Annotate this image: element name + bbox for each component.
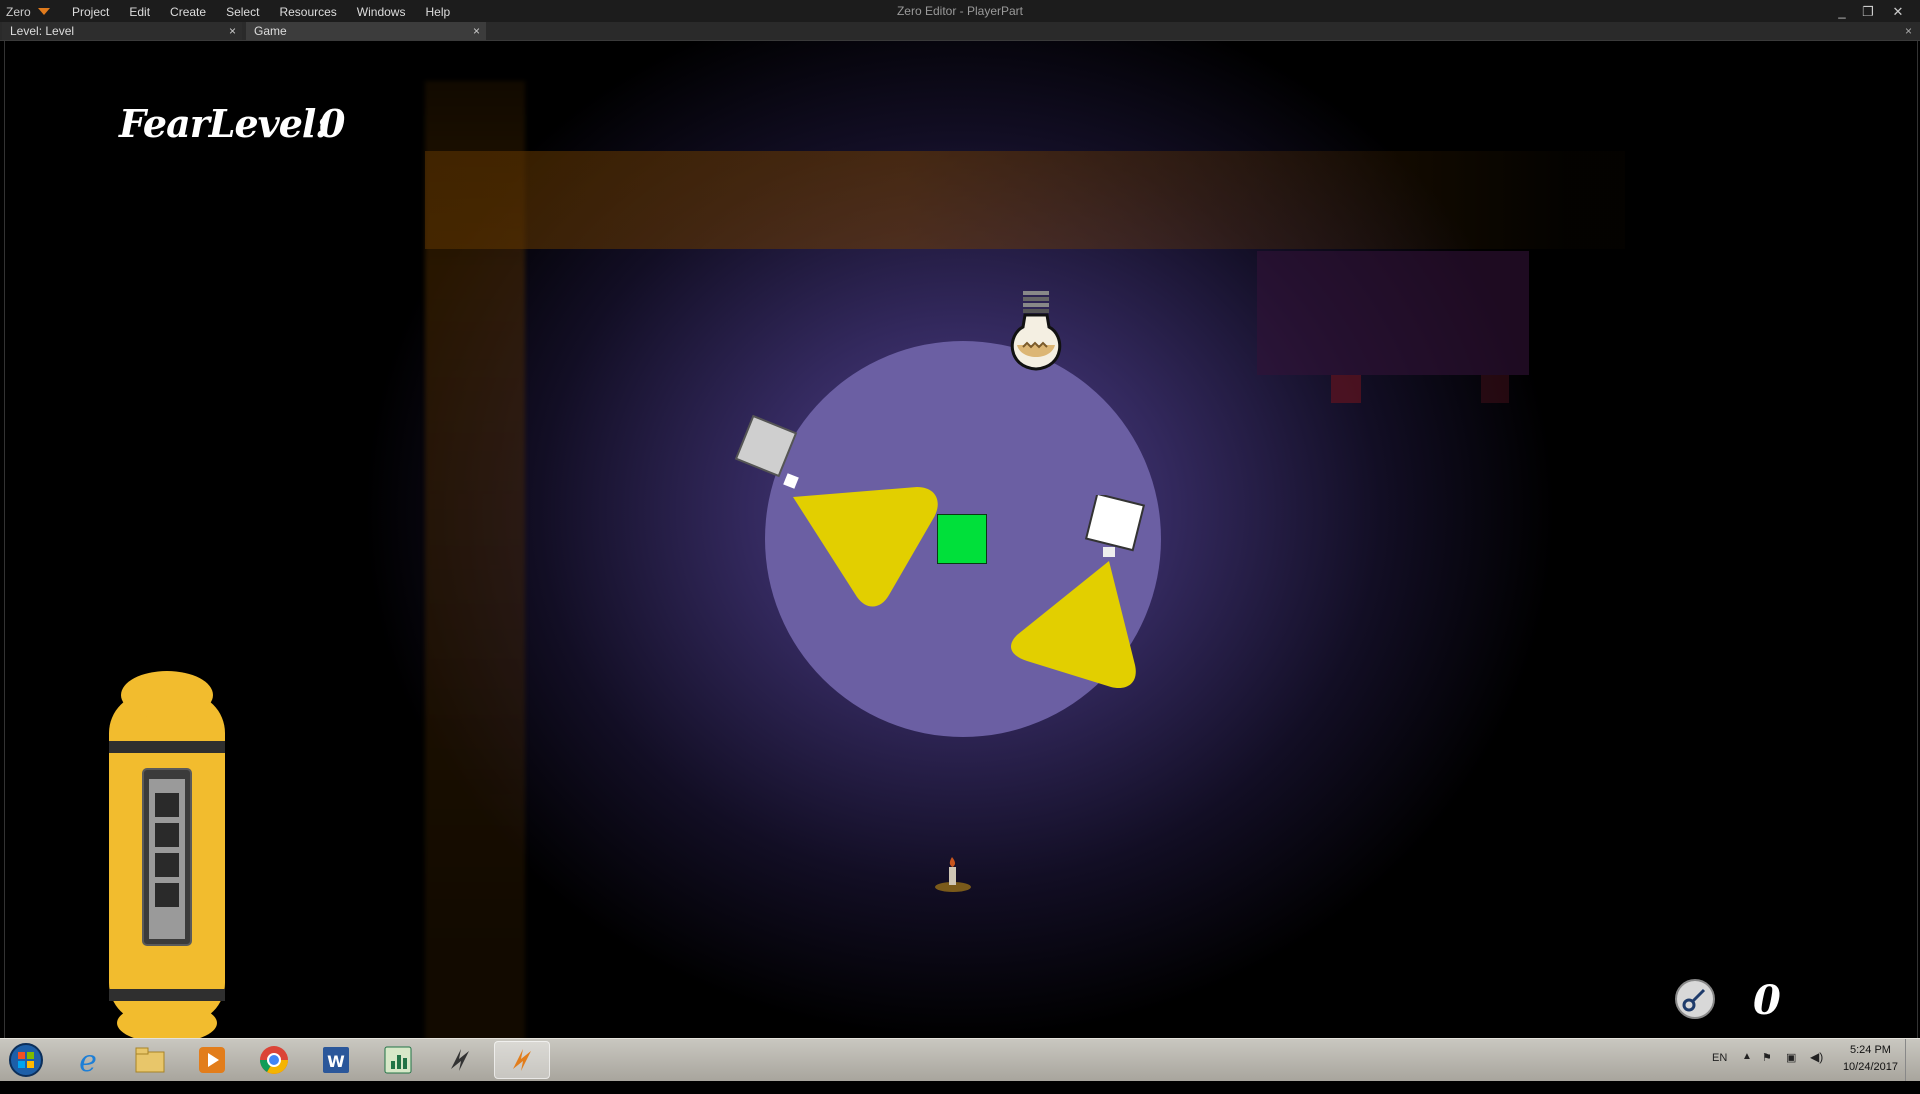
spotlight-left bbox=[734, 415, 938, 607]
wooden-beam-horizontal bbox=[425, 151, 1625, 249]
tab-level-close-icon[interactable]: × bbox=[229, 22, 236, 40]
svg-text:e: e bbox=[79, 1044, 97, 1076]
show-desktop-button[interactable] bbox=[1905, 1039, 1920, 1081]
action-center-icon[interactable]: ⚑ bbox=[1762, 1051, 1772, 1093]
language-indicator[interactable]: EN bbox=[1712, 1052, 1727, 1094]
tray-expand-icon[interactable]: ▲ bbox=[1742, 1051, 1752, 1093]
svg-text:W: W bbox=[327, 1052, 345, 1071]
clock[interactable]: 5:24 PM 10/24/2017 bbox=[1843, 1042, 1898, 1076]
tab-game-close-icon[interactable]: × bbox=[473, 22, 480, 40]
tab-level[interactable]: Level: Level × bbox=[2, 22, 242, 40]
spotlight-right bbox=[1011, 495, 1146, 689]
tab-game-label: Game bbox=[254, 24, 287, 38]
player-square bbox=[937, 514, 987, 564]
tabbar-close-icon[interactable]: × bbox=[1905, 22, 1912, 40]
key-icon bbox=[1675, 979, 1715, 1019]
menu-help[interactable]: Help bbox=[415, 5, 460, 19]
network-icon[interactable]: ▣ bbox=[1786, 1051, 1796, 1093]
menu-edit[interactable]: Edit bbox=[119, 5, 160, 19]
excel-icon[interactable] bbox=[370, 1041, 426, 1079]
internet-explorer-icon[interactable]: e bbox=[60, 1041, 116, 1079]
clock-date: 10/24/2017 bbox=[1842, 1061, 1898, 1073]
word-icon[interactable]: W bbox=[308, 1041, 364, 1079]
taskbar: e W EN ▲ ⚑ ▣ ◀) 5:24 PM 10/24/2017 bbox=[0, 1038, 1920, 1081]
tab-level-label: Level: Level bbox=[10, 24, 75, 38]
chrome-icon[interactable] bbox=[246, 1041, 302, 1079]
red-block bbox=[1481, 375, 1509, 403]
tab-game[interactable]: Game × bbox=[246, 22, 486, 40]
minimize-button[interactable]: _ bbox=[1830, 2, 1854, 22]
menu-project[interactable]: Project bbox=[62, 5, 119, 19]
menu-create[interactable]: Create bbox=[160, 5, 216, 19]
media-player-icon[interactable] bbox=[184, 1041, 240, 1079]
tab-bar: Level: Level × Game × × bbox=[0, 22, 1920, 41]
menu-resources[interactable]: Resources bbox=[269, 5, 346, 19]
red-block bbox=[1331, 375, 1361, 403]
battery-icon: + bbox=[109, 671, 225, 1038]
fear-level-value: 0 bbox=[319, 101, 346, 146]
key-count: 0 bbox=[1753, 977, 1781, 1024]
restore-button[interactable]: ❐ bbox=[1856, 2, 1880, 22]
dark-room-block bbox=[1257, 251, 1529, 375]
logo-dropdown-icon[interactable] bbox=[38, 8, 50, 15]
candle-icon bbox=[935, 857, 971, 892]
svg-text:+: + bbox=[162, 756, 172, 770]
lightbulb-icon bbox=[1010, 291, 1062, 371]
fear-level-label: FearLevel: bbox=[119, 101, 329, 146]
app-logo[interactable]: Zero bbox=[6, 5, 31, 19]
volume-icon[interactable]: ◀) bbox=[1810, 1050, 1823, 1092]
menu-select[interactable]: Select bbox=[216, 5, 269, 19]
start-orb-icon[interactable] bbox=[0, 1041, 52, 1079]
main-menu: Project Edit Create Select Resources Win… bbox=[62, 5, 460, 19]
game-viewport[interactable]: + FearLevel: 0 0 bbox=[4, 41, 1918, 1038]
menu-windows[interactable]: Windows bbox=[347, 5, 416, 19]
clock-time: 5:24 PM bbox=[1849, 1044, 1891, 1056]
file-explorer-icon[interactable] bbox=[122, 1041, 178, 1079]
zero-editor-game-icon[interactable] bbox=[494, 1041, 550, 1079]
zero-editor-icon[interactable] bbox=[432, 1041, 488, 1079]
close-window-button[interactable]: ✕ bbox=[1886, 2, 1910, 22]
